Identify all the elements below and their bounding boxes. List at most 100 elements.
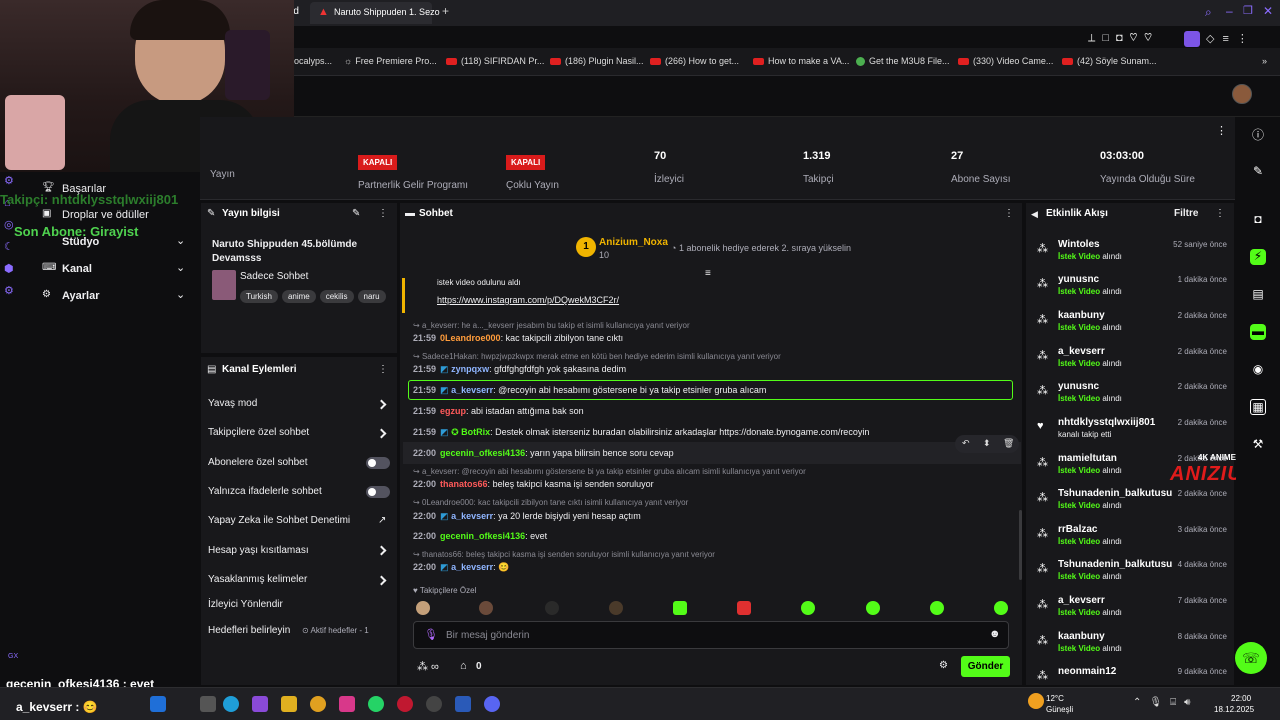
bookmark-item[interactable]: (42) Söyle Sunam... — [1062, 56, 1157, 66]
bookmark-item[interactable]: (266) How to get... — [650, 56, 739, 66]
chat-users-icon[interactable]: ⁂ ∞ — [417, 660, 439, 673]
action-banned-words[interactable]: Yasaklanmış kelimeler — [208, 574, 307, 585]
pinned-link[interactable]: https://www.instagram.com/p/DQwekM3CF2r/ — [437, 295, 619, 305]
action-account-age[interactable]: Hesap yaşı kısıtlaması — [208, 545, 309, 556]
emote[interactable] — [866, 601, 880, 615]
toggle-emote-only[interactable] — [366, 486, 390, 498]
bookmark-item[interactable]: Get the M3U8 File... — [856, 56, 950, 67]
filter-button[interactable]: Filtre — [1174, 208, 1198, 219]
taskbar-app[interactable] — [252, 696, 268, 712]
emote[interactable] — [737, 601, 751, 615]
mic-icon[interactable]: 🎙︎ — [424, 628, 438, 641]
chat-message[interactable]: 22:00 ◩ a_kevserr: 😊 — [413, 562, 509, 573]
tag[interactable]: anime — [281, 290, 316, 303]
chat-scrollbar[interactable] — [1019, 510, 1022, 580]
layout-icon[interactable]: ▦ — [1250, 399, 1266, 415]
user-avatar[interactable] — [1232, 84, 1252, 104]
stats-more-icon[interactable]: ⋮ — [1216, 124, 1227, 137]
tag[interactable]: Turkish — [240, 290, 278, 303]
taskbar-app[interactable] — [200, 696, 216, 712]
tag[interactable]: naru — [357, 290, 386, 303]
emote[interactable] — [801, 601, 815, 615]
action-set-goals[interactable]: Hedefleri belirleyin — [208, 625, 290, 636]
broadcast-icon[interactable]: ◉ — [1250, 362, 1266, 378]
more-bookmarks-icon[interactable]: » — [1262, 56, 1267, 66]
close-icon[interactable]: ✕ — [1263, 4, 1273, 18]
delete-icon[interactable]: 🗑︎ — [1003, 438, 1014, 449]
emoji-icon[interactable]: ☻ — [989, 628, 1001, 640]
emote[interactable] — [673, 601, 687, 615]
camera-icon[interactable]: ◘ — [1250, 212, 1266, 228]
emote[interactable] — [479, 601, 493, 615]
tab-active[interactable]: ▲ Naruto Shippuden 1. Sezo — [310, 2, 440, 24]
new-tab-button[interactable]: + — [442, 4, 449, 18]
emote[interactable] — [930, 601, 944, 615]
chat-message[interactable]: 21:59 ◩ ✪ BotRix: Destek olmak isterseniz… — [413, 427, 869, 438]
nav-item-channel[interactable]: ⌨ Kanal ⌄ — [42, 262, 192, 278]
folder-icon[interactable] — [281, 696, 297, 712]
lightning-icon[interactable]: ⚡︎ — [1250, 249, 1266, 265]
gifter-name[interactable]: Anizium_Noxa — [599, 237, 668, 248]
instagram-icon[interactable] — [339, 696, 355, 712]
bookmark-item[interactable]: (186) Plugin Nasil... — [550, 56, 644, 66]
category-thumbnail — [212, 270, 236, 300]
reply-icon[interactable]: ↶ — [962, 438, 970, 449]
collapse-icon[interactable]: ≡ — [705, 268, 711, 279]
chat-message-highlighted[interactable]: 21:59 ◩ a_kevserr: @recoyin abi hesabımı … — [413, 385, 766, 396]
action-followers-only[interactable]: Takipçilere özel sohbet — [208, 427, 309, 438]
edge-icon[interactable] — [223, 696, 239, 712]
stream-info-more-icon[interactable]: ⋮ — [378, 208, 388, 219]
taskbar-app[interactable] — [426, 696, 442, 712]
chat-settings-icon[interactable]: ⚙ — [939, 660, 948, 671]
minimize-icon[interactable]: – — [1226, 4, 1233, 18]
tag[interactable]: cekilis — [319, 290, 354, 303]
toggle-subscribers-only[interactable] — [366, 457, 390, 469]
document-icon[interactable]: ▤ — [1250, 287, 1266, 303]
edit-icon[interactable]: ✎ — [352, 208, 360, 219]
emote[interactable] — [416, 601, 430, 615]
action-redirect-viewers[interactable]: İzleyici Yönlendir — [208, 599, 283, 610]
discord-icon[interactable] — [484, 696, 500, 712]
steam-icon[interactable] — [455, 696, 471, 712]
support-chat-button[interactable]: ☏ — [1235, 642, 1267, 674]
chrome-icon[interactable] — [310, 696, 326, 712]
points-icon[interactable]: ⌂ — [460, 660, 467, 672]
activity-more-icon[interactable]: ⋮ — [1215, 208, 1225, 219]
send-button[interactable]: Gönder — [961, 656, 1010, 677]
info-icon[interactable]: ⓘ — [1250, 126, 1266, 142]
action-ai-moderation[interactable]: Yapay Zeka ile Sohbet Denetimi — [208, 515, 350, 526]
nav-item-settings[interactable]: ⚙ Ayarlar ⌄ — [42, 289, 192, 305]
emote[interactable] — [994, 601, 1008, 615]
chat-message[interactable]: 22:00 gecenin_ofkesi4136: evet — [413, 531, 547, 541]
pin-icon[interactable]: ⬍ — [983, 438, 991, 449]
nav-item-drops[interactable]: ▣ Droplar ve ödüller — [42, 208, 192, 224]
chat-message[interactable]: 22:00 ◩ a_kevserr: ya 20 lerde bişiydi ye… — [413, 511, 641, 522]
opera-gx-icon[interactable] — [397, 696, 413, 712]
chat-message[interactable]: 21:59 ◩ zynpqxw: gfdfghgfdfgh yok şakasın… — [413, 364, 626, 375]
extension-active-icon[interactable] — [1184, 31, 1200, 47]
whatsapp-icon[interactable] — [368, 696, 384, 712]
tray-icons[interactable]: ⌃🎙︎⌸🔊︎ — [1133, 697, 1198, 708]
channel-actions-more-icon[interactable]: ⋮ — [378, 364, 388, 375]
chat-more-icon[interactable]: ⋮ — [1004, 208, 1014, 219]
maximize-icon[interactable]: ❐ — [1243, 4, 1253, 17]
chat-message[interactable]: 21:59 egzup: abi istadan attığıma bak son — [413, 406, 584, 416]
action-slow-mode[interactable]: Yavaş mod — [208, 398, 257, 409]
search-icon[interactable]: ⌕ — [1205, 5, 1212, 20]
wrench-tool-icon[interactable]: ⚒ — [1250, 437, 1266, 453]
bookmark-item[interactable]: ocalyps... — [294, 56, 332, 66]
collapse-arrow-icon[interactable]: ◀ — [1031, 209, 1038, 220]
pencil-icon[interactable]: ✎ — [1250, 164, 1266, 180]
emote[interactable] — [545, 601, 559, 615]
bookmark-item[interactable]: (118) SIFIRDAN Pr... — [446, 56, 544, 66]
chat-message[interactable]: 21:59 0Leandroe000: kac takipcili zibilyo… — [413, 333, 623, 343]
emote[interactable] — [609, 601, 623, 615]
chat-icon[interactable]: ▬ — [1250, 324, 1266, 340]
chat-message[interactable]: 22:00 gecenin_ofkesi4136: yarın yapa bili… — [413, 448, 674, 458]
bookmark-item[interactable]: How to make a VA... — [753, 56, 849, 66]
bookmark-item[interactable]: ☼ Free Premiere Pro... — [344, 56, 437, 66]
menu-icons[interactable]: ◇≡⋮ — [1206, 32, 1256, 45]
taskbar-app[interactable] — [150, 696, 166, 712]
chat-message[interactable]: 22:00 thanatos66: beleş takipci kasma işi… — [413, 479, 654, 489]
bookmark-item[interactable]: (330) Video Came... — [958, 56, 1053, 66]
